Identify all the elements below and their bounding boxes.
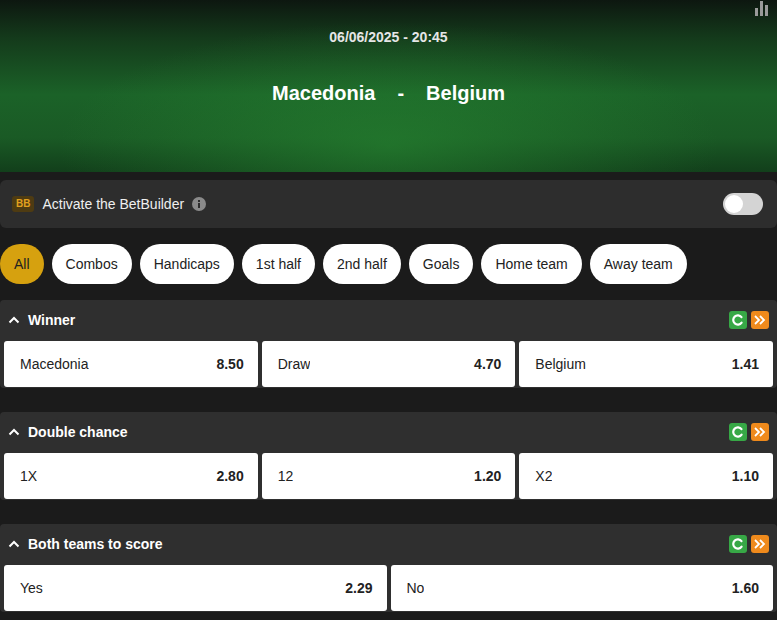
outcome-label: Yes: [20, 578, 43, 599]
filter-bar: AllCombosHandicaps1st half2nd halfGoalsH…: [0, 244, 777, 284]
outcome-label: Draw: [278, 354, 311, 375]
outcome-row: Macedonia 8.50 Draw 4.70 Belgium 1.41: [0, 340, 777, 388]
odds-button[interactable]: Draw 4.70: [262, 341, 516, 387]
market-header[interactable]: Double chance: [0, 412, 777, 452]
filter-pill[interactable]: 2nd half: [323, 244, 401, 284]
outcome-odds: 1.20: [474, 466, 501, 487]
market-actions: [729, 423, 769, 441]
filter-pill[interactable]: Home team: [481, 244, 581, 284]
cashout-icon[interactable]: [729, 535, 747, 553]
cashout-icon[interactable]: [729, 311, 747, 329]
filter-pill[interactable]: Goals: [409, 244, 474, 284]
forward-icon[interactable]: [751, 423, 769, 441]
outcome-label: No: [407, 578, 425, 599]
market-section: Winner Macedonia 8.50 Draw 4.70 Belgium 1.41: [0, 300, 777, 388]
outcome-label: X2: [535, 466, 552, 487]
match-teams: Macedonia-Belgium: [272, 81, 505, 105]
cashout-icon[interactable]: [729, 423, 747, 441]
market-actions: [729, 535, 769, 553]
chevron-icon[interactable]: [8, 426, 20, 438]
chevron-icon[interactable]: [8, 314, 20, 326]
odds-button[interactable]: X2 1.10: [519, 453, 773, 499]
odds-button[interactable]: Yes 2.29: [4, 565, 387, 611]
betbuilder-toggle[interactable]: [723, 193, 763, 215]
match-header: 06/06/2025 - 20:45 Macedonia-Belgium: [0, 0, 777, 172]
odds-button[interactable]: 121.20: [262, 453, 516, 499]
chevron-icon[interactable]: [8, 538, 20, 550]
away-team: Belgium: [426, 81, 505, 105]
filter-pill[interactable]: Combos: [52, 244, 132, 284]
market-section: Both teams to score Yes 2.29 No 1.60: [0, 524, 777, 612]
market-title: Both teams to score: [28, 534, 163, 555]
betbuilder-badge: BB: [12, 196, 34, 212]
outcome-row: 1X2.80121.20X21.10: [0, 452, 777, 500]
toggle-knob: [725, 195, 743, 213]
outcome-label: 12: [278, 466, 294, 487]
market-header[interactable]: Winner: [0, 300, 777, 340]
outcome-odds: 1.60: [732, 578, 759, 599]
outcome-odds: 4.70: [474, 354, 501, 375]
odds-button[interactable]: 1X 2.80: [4, 453, 258, 499]
outcome-label: Belgium: [535, 354, 586, 375]
outcome-odds: 1.10: [732, 466, 759, 487]
filter-pill[interactable]: Handicaps: [140, 244, 234, 284]
forward-icon[interactable]: [751, 311, 769, 329]
odds-button[interactable]: Macedonia 8.50: [4, 341, 258, 387]
match-datetime: 06/06/2025 - 20:45: [329, 0, 447, 46]
outcome-odds: 2.29: [345, 578, 372, 599]
outcome-odds: 8.50: [216, 354, 243, 375]
filter-pill[interactable]: Away team: [590, 244, 687, 284]
betbuilder-label: Activate the BetBuilder: [42, 194, 184, 215]
market-title: Double chance: [28, 422, 128, 443]
filter-pill[interactable]: 1st half: [242, 244, 315, 284]
outcome-label: Macedonia: [20, 354, 89, 375]
stats-icon[interactable]: [755, 1, 768, 16]
betbuilder-bar: BB Activate the BetBuilder: [0, 180, 777, 228]
market-section: Double chance1X2.80121.20X21.10: [0, 412, 777, 500]
outcome-row: Yes 2.29 No 1.60: [0, 564, 777, 612]
outcome-label: 1X: [20, 466, 37, 487]
filter-pill[interactable]: All: [0, 244, 44, 284]
info-icon[interactable]: [192, 197, 206, 211]
markets-list: Winner Macedonia 8.50 Draw 4.70 Belgium 1.41 Do…: [0, 300, 777, 612]
forward-icon[interactable]: [751, 535, 769, 553]
market-actions: [729, 311, 769, 329]
odds-button[interactable]: Belgium 1.41: [519, 341, 773, 387]
home-team: Macedonia: [272, 81, 375, 105]
odds-button[interactable]: No 1.60: [391, 565, 774, 611]
market-title: Winner: [28, 310, 75, 331]
outcome-odds: 1.41: [732, 354, 759, 375]
market-header[interactable]: Both teams to score: [0, 524, 777, 564]
team-separator: -: [397, 81, 404, 105]
outcome-odds: 2.80: [216, 466, 243, 487]
